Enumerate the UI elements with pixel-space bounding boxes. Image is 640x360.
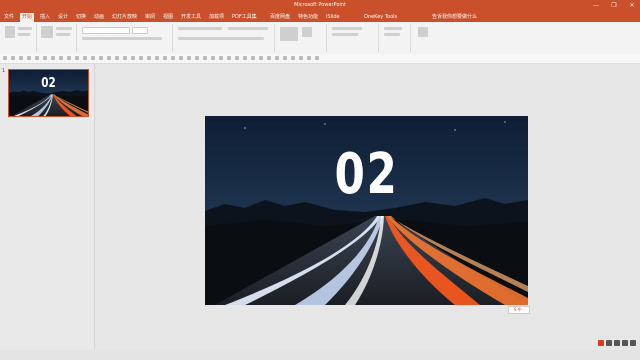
minimize-button[interactable]: —: [592, 1, 600, 11]
tab-9[interactable]: 开发工具: [179, 13, 203, 22]
toolbar-icon[interactable]: [187, 56, 191, 60]
slide-title[interactable]: 02: [241, 142, 493, 207]
title-bar: Microsoft PowerPoint — ❐ ✕: [0, 0, 640, 12]
toolbar-icon[interactable]: [211, 56, 215, 60]
font-group: [78, 24, 173, 52]
toolbar-icon[interactable]: [107, 56, 111, 60]
toolbar-icon[interactable]: [123, 56, 127, 60]
system-tray: [598, 340, 636, 346]
tab-14[interactable]: iSlide: [324, 13, 342, 22]
dictate-button[interactable]: [418, 27, 428, 37]
slide-canvas[interactable]: 02: [205, 116, 528, 305]
slides-group: [38, 24, 77, 52]
ribbon-tabs: 文件 开始 插入 设计 切换 动画 幻灯片放映 审阅 视图 开发工具 加载项 PDF工具集 百度网盘 特色…: [0, 12, 640, 22]
arrange-button[interactable]: [302, 27, 312, 37]
slide-thumbnail[interactable]: 02: [8, 69, 89, 117]
tab-13[interactable]: 特色功能: [296, 13, 320, 22]
toolbar-icon[interactable]: [131, 56, 135, 60]
tab-5[interactable]: 动画: [92, 13, 106, 22]
toolbar-icon[interactable]: [11, 56, 15, 60]
tab-12[interactable]: 百度网盘: [268, 13, 292, 22]
tab-6[interactable]: 幻灯片放映: [110, 13, 139, 22]
toolbar-icon[interactable]: [283, 56, 287, 60]
tab-7[interactable]: 审阅: [143, 13, 157, 22]
app-logo-icon: [598, 340, 604, 346]
toolbar-icon[interactable]: [3, 56, 7, 60]
tab-16[interactable]: 告诉我你想要做什么: [430, 13, 479, 22]
toolbar-icon[interactable]: [179, 56, 183, 60]
tab-4[interactable]: 切换: [74, 13, 88, 22]
window-controls: — ❐ ✕: [592, 1, 636, 11]
tab-8[interactable]: 视图: [161, 13, 175, 22]
paragraph-group: [174, 24, 275, 52]
toolbar-icon[interactable]: [83, 56, 87, 60]
window-title: Microsoft PowerPoint: [294, 2, 346, 8]
toolbar-icon[interactable]: [51, 56, 55, 60]
new-slide-button[interactable]: [41, 26, 53, 38]
toolbar-icon[interactable]: [243, 56, 247, 60]
tray-icon[interactable]: [622, 340, 628, 346]
thumbnail-title: 02: [41, 76, 56, 91]
close-button[interactable]: ✕: [628, 1, 636, 11]
quick-toolbar: [0, 54, 640, 64]
tray-icon[interactable]: [614, 340, 620, 346]
status-bar: [0, 350, 640, 360]
toolbar-icon[interactable]: [139, 56, 143, 60]
drawing-group: [276, 24, 327, 52]
slide-thumbnail-pane: 1 02: [0, 64, 95, 360]
tab-15[interactable]: OneKey Tools: [362, 13, 399, 22]
toolbar-icon[interactable]: [299, 56, 303, 60]
toolbar-icon[interactable]: [307, 56, 311, 60]
slide-number: 1: [2, 68, 6, 74]
tray-icon[interactable]: [630, 340, 636, 346]
tab-1[interactable]: 开始: [20, 13, 35, 22]
toolbar-icon[interactable]: [19, 56, 23, 60]
toolbar-icon[interactable]: [275, 56, 279, 60]
toolbar-icon[interactable]: [27, 56, 31, 60]
toolbar-icon[interactable]: [315, 56, 319, 60]
tab-10[interactable]: 加载项: [207, 13, 226, 22]
editing-group: [328, 24, 379, 52]
toolbar-icon[interactable]: [99, 56, 103, 60]
toolbar-icon[interactable]: [59, 56, 63, 60]
toolbar-icon[interactable]: [203, 56, 207, 60]
paste-button[interactable]: [5, 26, 15, 38]
toolbar-icon[interactable]: [163, 56, 167, 60]
toolbar-icon[interactable]: [155, 56, 159, 60]
toolbar-icon[interactable]: [75, 56, 79, 60]
toolbar-icon[interactable]: [43, 56, 47, 60]
toolbar-icon[interactable]: [67, 56, 71, 60]
font-size-box[interactable]: [132, 27, 148, 34]
toolbar-icon[interactable]: [115, 56, 119, 60]
toolbar-icon[interactable]: [235, 56, 239, 60]
tab-3[interactable]: 设计: [56, 13, 70, 22]
find-group: [380, 24, 411, 52]
ribbon: [0, 22, 640, 55]
font-name-box[interactable]: [82, 27, 130, 34]
toolbar-icon[interactable]: [291, 56, 295, 60]
tray-icon[interactable]: [606, 340, 612, 346]
toolbar-icon[interactable]: [147, 56, 151, 60]
clipboard-group: [2, 24, 37, 52]
toolbar-icon[interactable]: [91, 56, 95, 60]
toolbar-icon[interactable]: [251, 56, 255, 60]
toolbar-icon[interactable]: [259, 56, 263, 60]
tab-11[interactable]: PDF工具集: [230, 13, 259, 22]
restore-button[interactable]: ❐: [610, 1, 618, 11]
toolbar-icon[interactable]: [35, 56, 39, 60]
wps-watermark: S 中 ·: [508, 306, 530, 314]
toolbar-icon[interactable]: [171, 56, 175, 60]
tab-0[interactable]: 文件: [2, 13, 16, 22]
toolbar-icon[interactable]: [219, 56, 223, 60]
toolbar-icon[interactable]: [267, 56, 271, 60]
tab-2[interactable]: 插入: [38, 13, 52, 22]
shapes-gallery[interactable]: [280, 27, 298, 41]
toolbar-icon[interactable]: [227, 56, 231, 60]
toolbar-icon[interactable]: [195, 56, 199, 60]
voice-group: [412, 24, 438, 52]
